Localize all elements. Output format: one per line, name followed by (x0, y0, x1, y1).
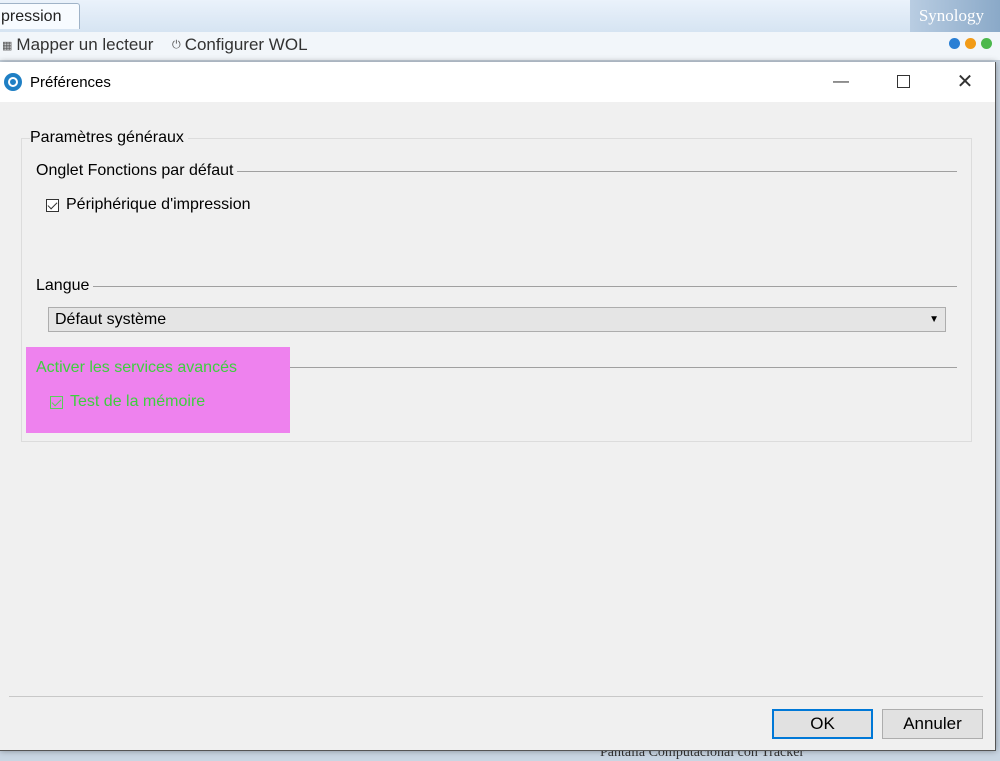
help-icon[interactable] (965, 38, 976, 49)
print-device-label: Périphérique d'impression (66, 196, 251, 213)
background-toolbar: ▦ Mapper un lecteur ⏻ Configurer WOL (0, 32, 1000, 61)
close-button[interactable]: ✕ (942, 62, 988, 102)
brand-logo: Synology (910, 0, 1000, 32)
minimize-button[interactable]: — (818, 62, 864, 102)
maximize-button[interactable] (880, 62, 926, 102)
print-device-checkbox[interactable]: Périphérique d'impression (46, 196, 250, 214)
chevron-down-icon: ▼ (929, 314, 939, 325)
memory-test-checkbox[interactable]: Test de la mémoire (50, 393, 205, 411)
checkbox-checked-icon (50, 395, 63, 409)
configure-wol-button[interactable]: ⏻ Configurer WOL (172, 35, 308, 55)
preferences-dialog: Préférences — ✕ Paramètres généraux Ongl… (0, 62, 996, 751)
configure-wol-label: Configurer WOL (184, 35, 308, 54)
checkbox-checked-icon (46, 198, 59, 212)
dialog-title: Préférences (30, 74, 111, 91)
background-app-header: pression Synology (0, 0, 1000, 33)
ok-button[interactable]: OK (772, 709, 873, 739)
general-settings-title: Paramètres généraux (30, 129, 188, 147)
tab-print[interactable]: pression (0, 3, 80, 29)
drive-icon: ▦ (2, 39, 13, 52)
language-title: Langue (36, 277, 94, 295)
map-drive-label: Mapper un lecteur (16, 35, 154, 54)
map-drive-button[interactable]: ▦ Mapper un lecteur (2, 35, 153, 55)
advanced-services-title: Activer les services avancés (36, 359, 237, 376)
cancel-button[interactable]: Annuler (882, 709, 983, 739)
dialog-titlebar[interactable]: Préférences — ✕ (0, 62, 995, 102)
footer-divider (9, 696, 983, 697)
default-tab-title: Onglet Fonctions par défaut (36, 162, 238, 180)
status-icons (949, 38, 992, 49)
memory-test-label: Test de la mémoire (70, 393, 206, 410)
language-select-value: Défaut système (55, 311, 167, 328)
app-icon (4, 73, 22, 91)
power-icon: ⏻ (172, 38, 181, 51)
settings-icon[interactable] (949, 38, 960, 49)
language-select[interactable]: Défaut système ▼ (48, 307, 946, 332)
language-divider (40, 286, 957, 287)
maximize-icon (896, 75, 910, 89)
info-icon[interactable] (981, 38, 992, 49)
